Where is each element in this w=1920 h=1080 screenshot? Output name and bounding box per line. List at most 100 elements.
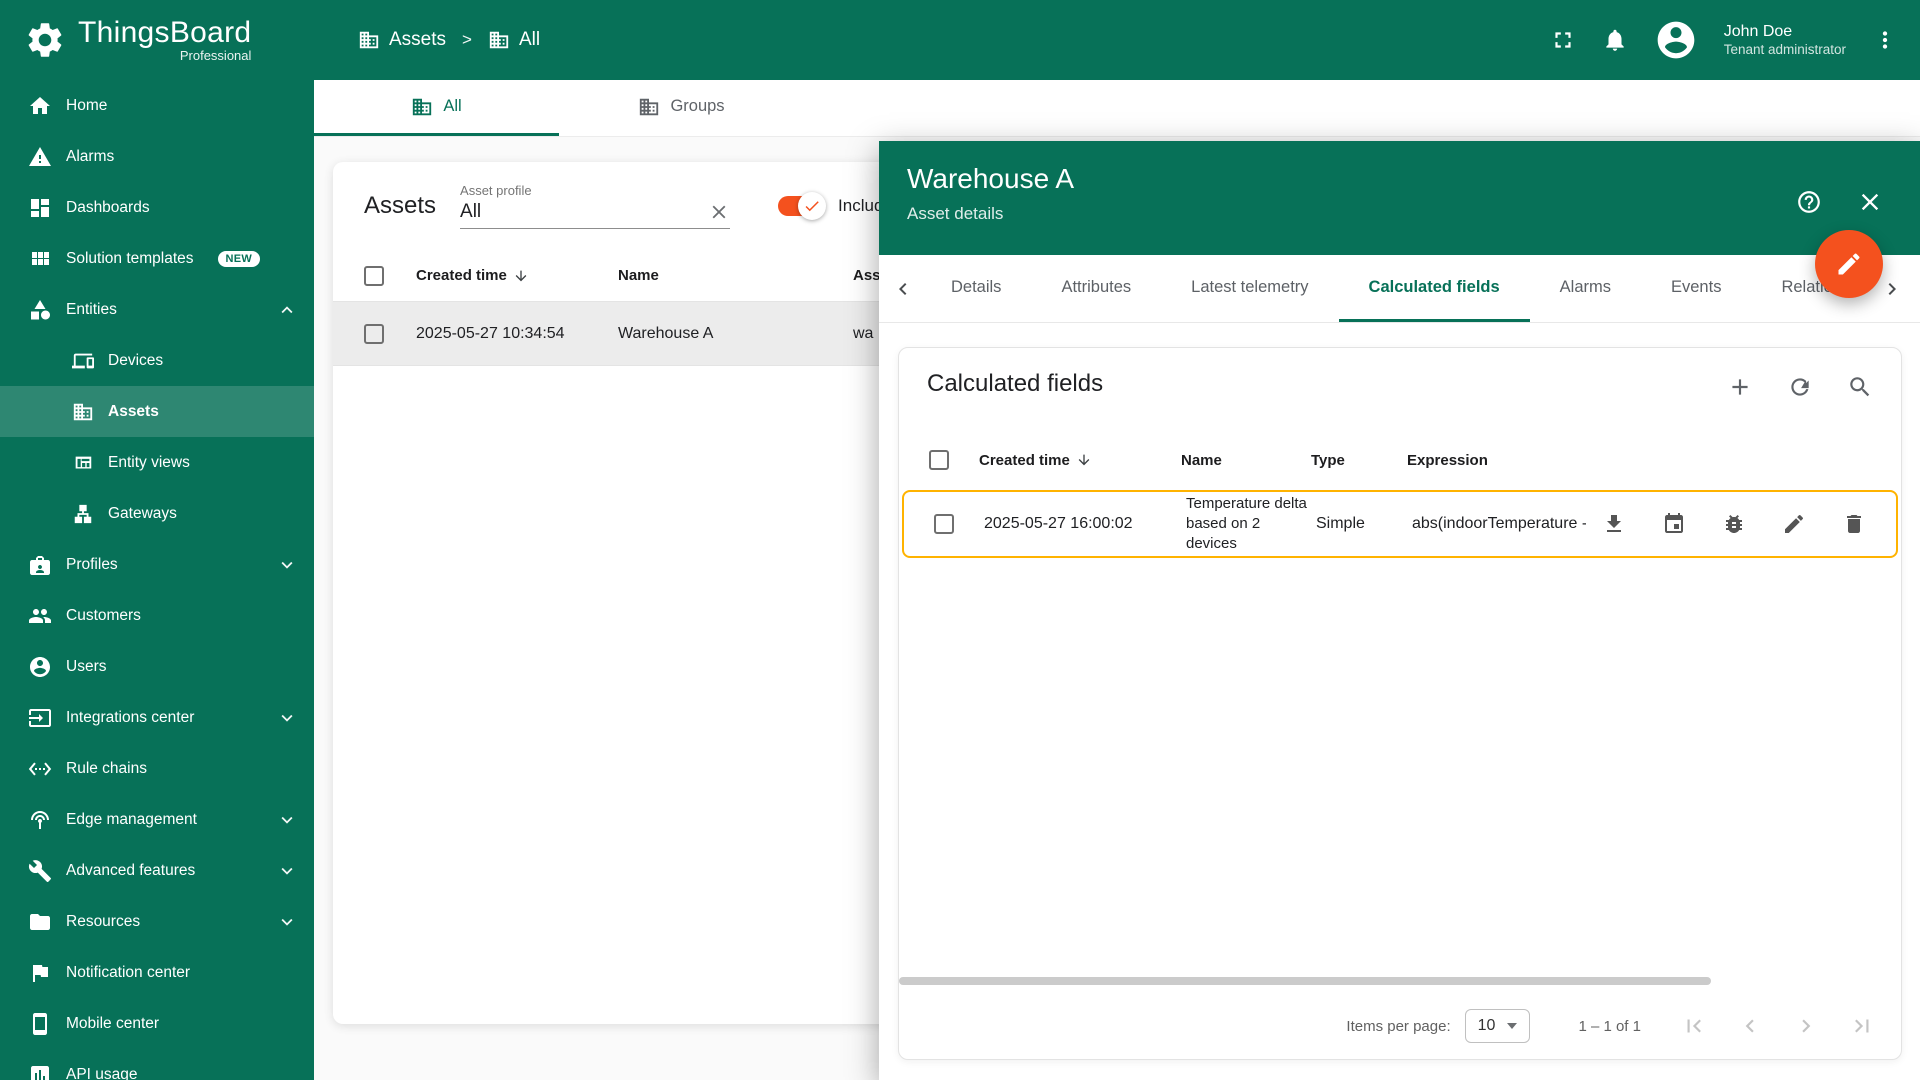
sidebar-item-solution-templates[interactable]: Solution templates NEW xyxy=(0,233,314,284)
tabs-scroll-left-icon[interactable] xyxy=(891,277,915,301)
column-label: Type xyxy=(1311,451,1345,469)
column-name[interactable]: Name xyxy=(1173,452,1303,469)
add-calculated-field-icon[interactable] xyxy=(1727,374,1753,400)
previous-page-icon[interactable] xyxy=(1737,1013,1763,1039)
breadcrumb-assets-label: Assets xyxy=(389,29,447,50)
sidebar-item-profiles[interactable]: Profiles xyxy=(0,539,314,590)
pagination-range: 1 – 1 of 1 xyxy=(1578,1017,1641,1035)
calculated-fields-card: Calculated fields Created time Name Type… xyxy=(898,347,1902,1060)
sidebar-item-assets[interactable]: Assets xyxy=(0,386,314,437)
items-per-page-label: Items per page: xyxy=(1346,1017,1451,1035)
sidebar-item-rule-chains[interactable]: Rule chains xyxy=(0,743,314,794)
brand-name: ThingsBoard xyxy=(78,16,252,49)
resources-icon xyxy=(28,910,52,934)
breadcrumb-all[interactable]: All xyxy=(488,29,540,51)
notification-center-icon xyxy=(28,961,52,985)
chevron-down-icon xyxy=(276,860,298,882)
assets-icon xyxy=(72,401,94,423)
tab-events[interactable]: Events xyxy=(1641,255,1751,322)
details-tabbar: Details Attributes Latest telemetry Calc… xyxy=(879,255,1920,323)
sidebar-item-alarms[interactable]: Alarms xyxy=(0,131,314,182)
sidebar-item-label: Resources xyxy=(66,912,141,930)
sidebar-item-mobile-center[interactable]: Mobile center xyxy=(0,998,314,1049)
tab-latest-telemetry[interactable]: Latest telemetry xyxy=(1161,255,1338,322)
column-created-time[interactable]: Created time xyxy=(971,452,1173,469)
tab-details[interactable]: Details xyxy=(921,255,1031,322)
customers-icon xyxy=(28,604,52,628)
edit-fab[interactable] xyxy=(1815,230,1883,298)
sidebar-item-devices[interactable]: Devices xyxy=(0,335,314,386)
select-all-checkbox[interactable] xyxy=(929,450,949,470)
export-icon[interactable] xyxy=(1602,512,1626,536)
column-expression[interactable]: Expression xyxy=(1399,452,1591,469)
sidebar-item-label: Alarms xyxy=(66,147,115,165)
search-icon[interactable] xyxy=(1847,374,1873,400)
fullscreen-icon[interactable] xyxy=(1550,27,1576,53)
include-toggle[interactable] xyxy=(778,192,827,220)
column-name[interactable]: Name xyxy=(618,267,853,284)
more-menu-icon[interactable] xyxy=(1872,27,1898,53)
sidebar-item-resources[interactable]: Resources xyxy=(0,896,314,947)
debug-events-icon[interactable] xyxy=(1662,512,1686,536)
sidebar-item-label: Solution templates xyxy=(66,249,194,267)
avatar[interactable] xyxy=(1654,18,1698,62)
next-page-icon[interactable] xyxy=(1793,1013,1819,1039)
sidebar-item-integrations-center[interactable]: Integrations center xyxy=(0,692,314,743)
warning-icon xyxy=(28,145,52,169)
items-per-page-select[interactable]: 10 xyxy=(1464,1009,1531,1043)
clear-filter-icon[interactable] xyxy=(708,201,730,223)
tab-calculated-fields[interactable]: Calculated fields xyxy=(1338,255,1530,322)
sidebar-item-label: Assets xyxy=(108,402,159,420)
select-all-checkbox[interactable] xyxy=(364,265,384,286)
cf-created-time: 2025-05-27 16:00:02 xyxy=(984,515,1133,532)
notifications-bell-icon[interactable] xyxy=(1602,27,1628,53)
tab-label: Groups xyxy=(670,97,725,115)
sidebar-item-api-usage[interactable]: API usage xyxy=(0,1049,314,1080)
first-page-icon[interactable] xyxy=(1681,1013,1707,1039)
last-page-icon[interactable] xyxy=(1849,1013,1875,1039)
sidebar-item-entities[interactable]: Entities xyxy=(0,284,314,335)
sidebar-item-entity-views[interactable]: Entity views xyxy=(0,437,314,488)
asset-created-time: 2025-05-27 10:34:54 xyxy=(416,324,565,342)
asset-profile-filter[interactable]: Asset profile All xyxy=(460,183,731,229)
pagination-bar: Items per page: 10 1 – 1 of 1 xyxy=(899,993,1901,1059)
edit-row-icon[interactable] xyxy=(1782,512,1806,536)
tab-groups[interactable]: Groups xyxy=(559,80,804,136)
refresh-icon[interactable] xyxy=(1787,374,1813,400)
sidebar-item-label: Entities xyxy=(66,300,117,318)
tab-alarms[interactable]: Alarms xyxy=(1530,255,1641,322)
domain-icon xyxy=(488,29,510,51)
toggle-thumb xyxy=(798,192,827,220)
sidebar-item-advanced-features[interactable]: Advanced features xyxy=(0,845,314,896)
tab-label: All xyxy=(443,97,462,115)
sidebar-item-edge-management[interactable]: Edge management xyxy=(0,794,314,845)
panel-subtitle: Asset details xyxy=(907,204,1004,223)
panel-title: Warehouse A xyxy=(907,163,1075,194)
chevron-down-icon xyxy=(1507,1023,1518,1029)
edit-icon xyxy=(1835,250,1863,278)
row-checkbox[interactable] xyxy=(934,514,954,534)
mobile-center-icon xyxy=(28,1012,52,1036)
sidebar-item-dashboards[interactable]: Dashboards xyxy=(0,182,314,233)
sidebar-item-users[interactable]: Users xyxy=(0,641,314,692)
debug-icon[interactable] xyxy=(1722,512,1746,536)
tab-all[interactable]: All xyxy=(314,80,559,136)
sidebar-item-gateways[interactable]: Gateways xyxy=(0,488,314,539)
sidebar-item-label: Profiles xyxy=(66,555,118,573)
column-created-time[interactable]: Created time xyxy=(416,267,618,284)
row-checkbox[interactable] xyxy=(364,323,384,344)
breadcrumb-assets[interactable]: Assets xyxy=(358,29,446,51)
sidebar-item-customers[interactable]: Customers xyxy=(0,590,314,641)
tab-attributes[interactable]: Attributes xyxy=(1031,255,1161,322)
help-icon[interactable] xyxy=(1796,189,1822,215)
delete-icon[interactable] xyxy=(1842,512,1866,536)
sidebar-item-home[interactable]: Home xyxy=(0,80,314,131)
horizontal-scrollbar[interactable] xyxy=(899,977,1711,985)
tabs-scroll-right-icon[interactable] xyxy=(1880,276,1904,301)
calculated-field-row[interactable]: 2025-05-27 16:00:02 Temperature delta ba… xyxy=(902,490,1898,558)
entity-tabs: All Groups xyxy=(314,80,1920,137)
column-type[interactable]: Type xyxy=(1303,452,1399,469)
close-panel-icon[interactable] xyxy=(1856,188,1884,216)
panel-header: Warehouse A Asset details xyxy=(879,141,1920,255)
sidebar-item-notification-center[interactable]: Notification center xyxy=(0,947,314,998)
